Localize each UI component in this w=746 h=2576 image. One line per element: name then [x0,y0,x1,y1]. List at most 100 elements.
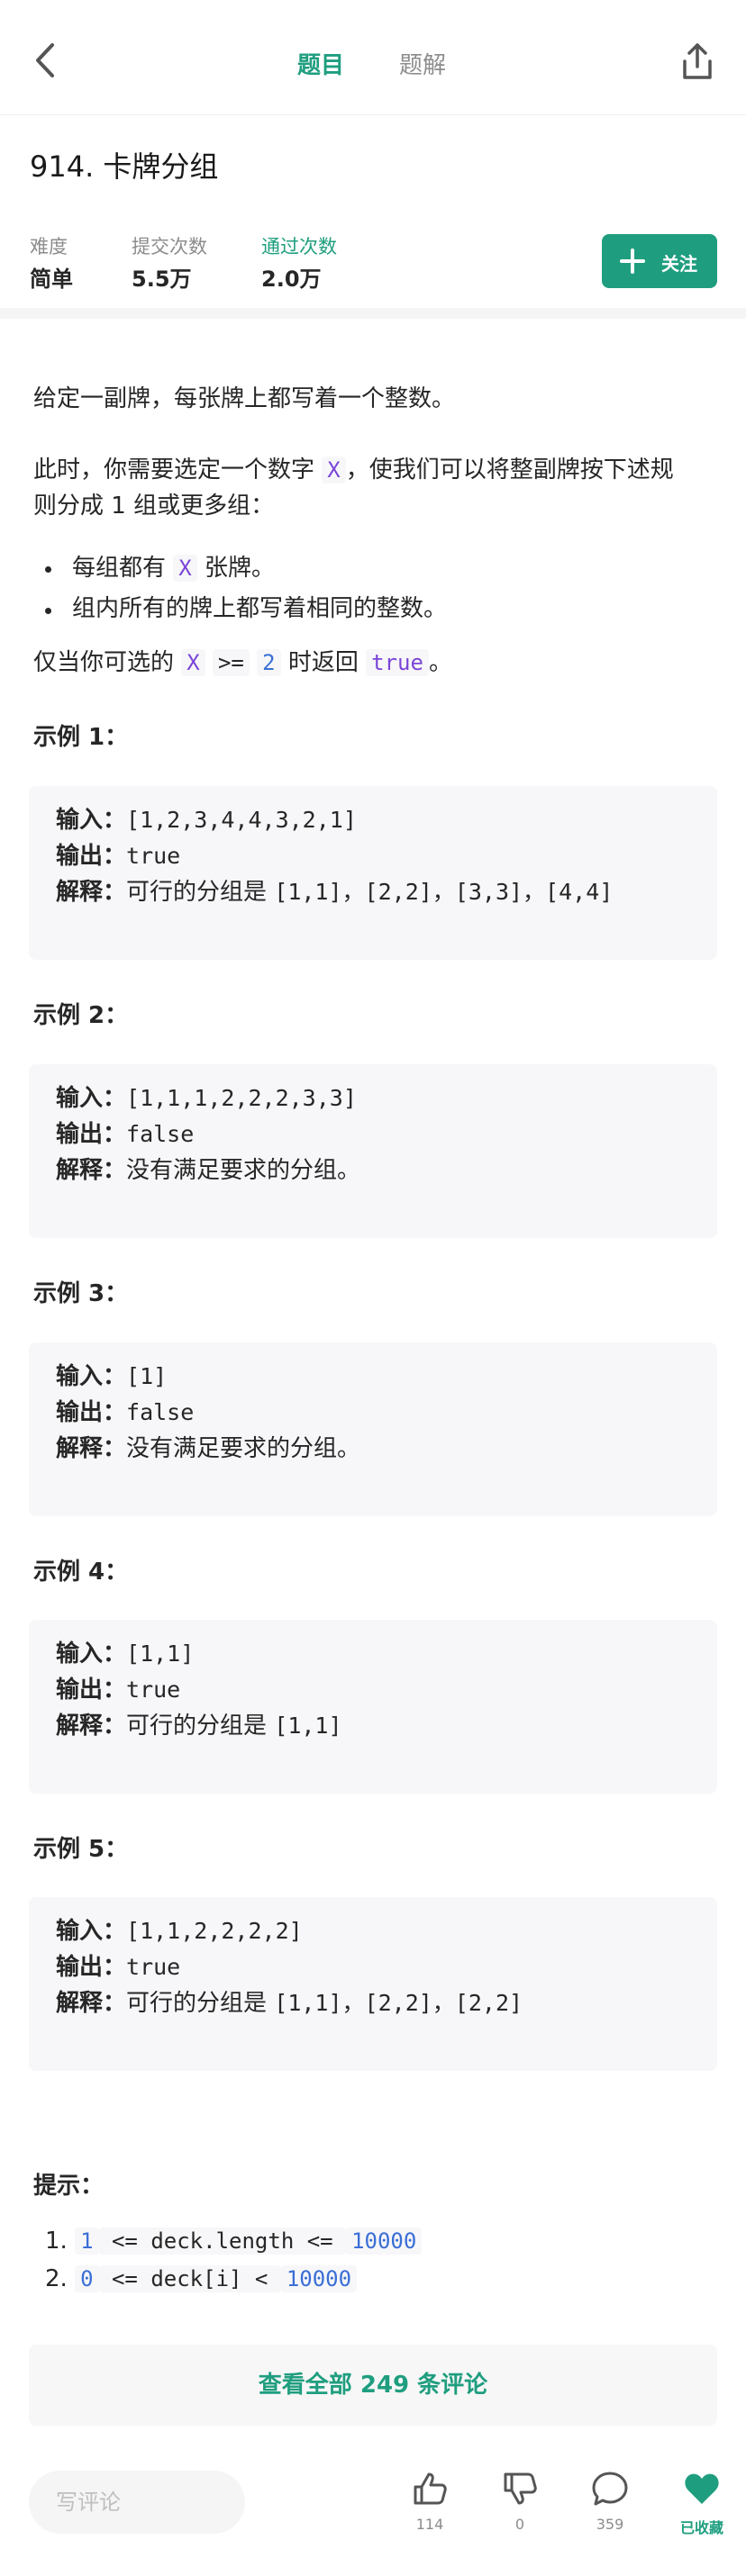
hint-number: 1. [45,2228,68,2255]
input-value: [1,1,1,2,2,2,3,3] [126,1085,357,1111]
top-nav-bar: 题目 题解 [0,0,746,115]
tab-solutions[interactable]: 题解 [399,47,446,80]
explain-text: 可行的分组是 [126,879,275,906]
favorite-button[interactable]: 已收藏 [666,2469,738,2537]
hint-item: 1. 1 <= deck.length <= 10000 [45,2223,423,2259]
desc-text: ，使我们可以将整副牌按下述规 [345,456,674,484]
code-x: X [173,555,197,582]
desc-paragraph-2-cont: 则分成 1 组或更多组： [33,493,275,520]
problem-title: 914. 卡牌分组 [30,149,219,184]
heart-icon [685,2473,719,2504]
bullet-dot [45,566,51,573]
hint-code-b: <= deck[i] < [98,2265,281,2292]
code-x: X [322,456,346,484]
explain-text: 没有满足要求的分组。 [126,1435,361,1462]
example-explain: 解释：没有满足要求的分组。 [56,1431,360,1467]
hint-code-c: 10000 [346,2228,423,2255]
desc-text: 时返回 [280,649,367,676]
hint-code-c: 10000 [280,2265,358,2292]
desc-text: 此时，你需要选定一个数字 [33,456,323,484]
thumbs-down-icon [504,2472,537,2505]
hint-code-b: <= deck.length <= [98,2228,347,2255]
plus-icon [620,249,645,274]
explain-label: 解释： [56,1990,127,2017]
dislike-button[interactable]: 0 [484,2469,556,2533]
example-output: 输出：true [56,1672,180,1708]
explain-label: 解释： [56,1157,127,1184]
bullet-text: 张牌。 [196,555,275,582]
hints-title: 提示： [33,2173,105,2200]
example-box: 输入：[1,2,3,4,4,3,2,1] 输出：true 解释：可行的分组是 [… [29,786,717,960]
back-icon[interactable] [27,38,63,83]
submissions-value: 5.5万 [132,267,192,292]
desc-text: 。 [428,649,452,676]
like-button[interactable]: 114 [394,2469,466,2533]
code-two: 2 [257,649,281,676]
hint-code-a: 1 [75,2228,99,2255]
comment-icon [592,2472,628,2506]
submissions-label: 提交次数 [132,236,207,258]
output-value: true [126,843,181,869]
explain-label: 解释： [56,1713,127,1740]
section-divider [0,308,746,319]
output-label: 输出： [56,1954,127,1981]
example-explain: 解释：没有满足要求的分组。 [56,1152,360,1189]
example-input: 输入：[1] [56,1359,167,1395]
comments-button[interactable]: 359 [574,2469,646,2533]
code-x: X [181,649,205,676]
desc-text: 仅当你可选的 [33,649,182,676]
output-value: false [126,1399,195,1425]
output-value: false [126,1121,195,1147]
hint-item: 2. 0 <= deck[i] < 10000 [45,2261,358,2297]
example-output: 输出：true [56,838,180,874]
example-input: 输入：[1,2,3,4,4,3,2,1] [56,802,357,838]
example-title: 示例 5： [33,1836,129,1863]
dislike-count: 0 [514,2516,525,2533]
example-title: 示例 4： [33,1559,129,1586]
example-output: 输出：false [56,1116,194,1152]
example-box: 输入：[1,1,2,2,2,2] 输出：true 解释：可行的分组是 [1,1]… [29,1897,717,2071]
example-title: 示例 2： [33,1002,129,1029]
follow-label: 关注 [661,253,697,275]
write-comment-input[interactable]: 写评论 [29,2471,245,2534]
example-box: 输入：[1] 输出：false 解释：没有满足要求的分组。 [29,1342,717,1516]
hint-code-a: 0 [75,2265,99,2292]
input-value: [1,1,2,2,2,2] [126,1918,303,1944]
explain-label: 解释： [56,1435,127,1462]
bullet-text: 每组都有 [72,555,174,582]
input-label: 输入： [56,1363,127,1390]
bullet-item-2: 组内所有的牌上都写着相同的整数。 [72,595,448,622]
input-value: [1] [126,1363,168,1389]
input-label: 输入： [56,1085,127,1112]
explain-code: [1,1]，[2,2]，[3,3]，[4,4] [274,879,614,905]
code-true: true [366,649,429,676]
example-input: 输入：[1,1] [56,1636,194,1672]
input-value: [1,1] [126,1641,195,1667]
thumbs-up-icon [414,2472,447,2505]
difficulty-label: 难度 [30,236,68,258]
example-output: 输出：true [56,1949,180,1985]
input-label: 输入： [56,1641,127,1668]
desc-paragraph-3: 仅当你可选的 X >= 2 时返回 true。 [33,646,452,680]
example-input: 输入：[1,1,1,2,2,2,3,3] [56,1080,357,1116]
example-explain: 解释：可行的分组是 [1,1] [56,1708,342,1744]
tab-description[interactable]: 题目 [297,47,344,80]
accepted-label[interactable]: 通过次数 [261,232,337,259]
output-value: true [126,1677,181,1703]
share-icon[interactable] [678,40,717,83]
bullet-dot [45,608,51,614]
explain-text: 可行的分组是 [126,1990,275,2017]
output-label: 输出： [56,1121,127,1148]
explain-text: 可行的分组是 [126,1713,275,1740]
view-all-comments-button[interactable]: 查看全部 249 条评论 [29,2345,717,2426]
output-label: 输出： [56,843,127,870]
example-title: 示例 3： [33,1280,129,1307]
desc-paragraph-2: 此时，你需要选定一个数字 X ，使我们可以将整副牌按下述规 [33,453,674,487]
output-label: 输出： [56,1399,127,1426]
explain-text: 没有满足要求的分组。 [126,1157,361,1184]
comment-count: 359 [596,2516,624,2533]
difficulty-value: 简单 [30,267,73,292]
example-input: 输入：[1,1,2,2,2,2] [56,1913,303,1949]
follow-button[interactable]: 关注 [602,234,717,288]
example-output: 输出：false [56,1395,194,1431]
